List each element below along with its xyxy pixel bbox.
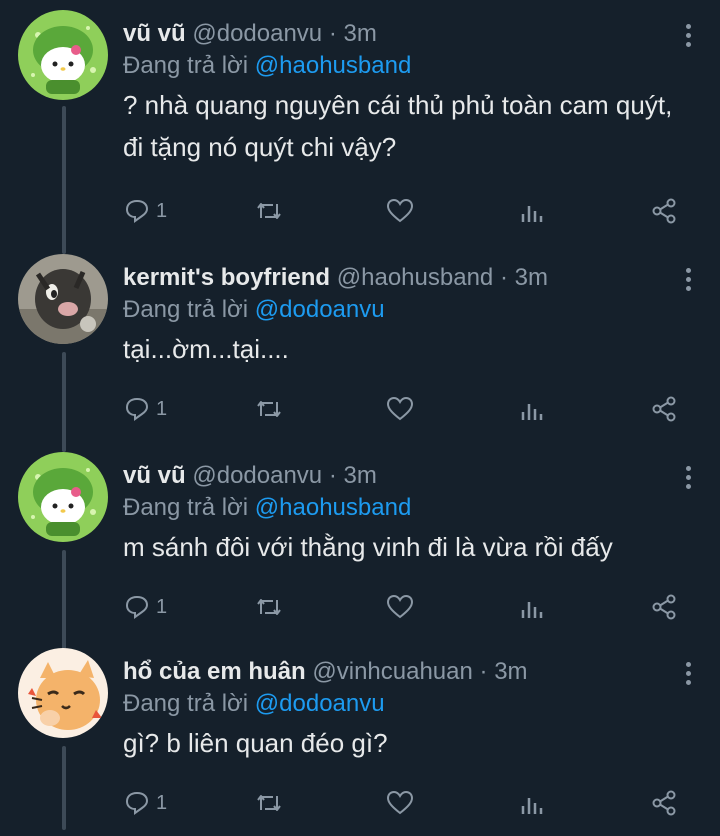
reply-count: 1 [156, 595, 168, 618]
reply-icon [125, 199, 149, 223]
retweet-icon [257, 795, 281, 811]
reply-button[interactable]: 1 [124, 394, 167, 424]
display-name[interactable]: vũ vũ [123, 462, 186, 489]
share-button[interactable] [650, 394, 678, 424]
heart-icon [386, 790, 414, 815]
analytics-button[interactable] [520, 788, 544, 818]
retweet-icon [257, 599, 281, 615]
reply-context: Đang trả lời @dodoanvu [123, 294, 385, 326]
reply-icon [125, 791, 149, 815]
tweet-actions: 1 [0, 196, 720, 226]
reply-mention-link[interactable]: @haohusband [255, 494, 412, 521]
more-options-icon[interactable] [684, 466, 694, 492]
reply-mention-link[interactable]: @dodoanvu [255, 296, 385, 323]
display-name[interactable]: kermit's boyfriend [123, 264, 330, 291]
analytics-button[interactable] [520, 592, 544, 622]
heart-icon [386, 198, 414, 223]
share-icon [652, 198, 676, 224]
retweet-button[interactable] [255, 196, 283, 226]
share-icon [652, 790, 676, 816]
tweet-header: hổ của em huân @vinhcuahuan · 3m [123, 656, 660, 688]
reply-prefix: Đang trả lời [123, 690, 249, 717]
reply-prefix: Đang trả lời [123, 494, 249, 521]
reply-button[interactable]: 1 [124, 592, 167, 622]
username[interactable]: @dodoanvu [192, 20, 322, 47]
heart-icon [386, 396, 414, 421]
reply-mention-link[interactable]: @dodoanvu [255, 690, 385, 717]
tweet-actions: 1 [0, 788, 720, 818]
reply-context: Đang trả lời @haohusband [123, 50, 411, 82]
reply-icon [125, 595, 149, 619]
reply-context: Đang trả lời @haohusband [123, 492, 411, 524]
analytics-icon [521, 206, 543, 222]
analytics-button[interactable] [520, 196, 544, 226]
retweet-button[interactable] [255, 788, 283, 818]
display-name[interactable]: vũ vũ [123, 20, 186, 47]
reply-prefix: Đang trả lời [123, 52, 249, 79]
tweet[interactable]: kermit's boyfriend @haohusband · 3m Đang… [0, 244, 720, 442]
like-button[interactable] [386, 196, 414, 226]
reply-context: Đang trả lời @dodoanvu [123, 688, 385, 720]
reply-prefix: Đang trả lời [123, 296, 249, 323]
username[interactable]: @vinhcuahuan [312, 658, 472, 685]
share-button[interactable] [650, 592, 678, 622]
retweet-button[interactable] [255, 592, 283, 622]
separator-dot: · [479, 658, 488, 685]
analytics-icon [521, 602, 543, 618]
share-button[interactable] [650, 788, 678, 818]
tweet-actions: 1 [0, 394, 720, 424]
reply-mention-link[interactable]: @haohusband [255, 52, 412, 79]
timestamp[interactable]: 3m [494, 658, 527, 685]
reply-icon [125, 397, 149, 421]
like-button[interactable] [386, 788, 414, 818]
tweet-header: kermit's boyfriend @haohusband · 3m [123, 262, 660, 294]
avatar[interactable] [18, 10, 108, 100]
tweet-text: tại...ờm...tại.... [123, 334, 289, 364]
tweet-header: vũ vũ @dodoanvu · 3m [123, 460, 660, 492]
timestamp[interactable]: 3m [344, 20, 377, 47]
analytics-icon [521, 404, 543, 420]
display-name[interactable]: hổ của em huân [123, 658, 306, 685]
like-button[interactable] [386, 592, 414, 622]
more-options-icon[interactable] [684, 268, 694, 294]
analytics-icon [521, 798, 543, 814]
heart-icon [386, 594, 414, 619]
reply-button[interactable]: 1 [124, 196, 167, 226]
reply-count: 1 [156, 791, 168, 814]
retweet-icon [257, 401, 281, 417]
more-options-icon[interactable] [684, 24, 694, 50]
avatar[interactable] [18, 648, 108, 738]
reply-button[interactable]: 1 [124, 788, 167, 818]
tweet-actions: 1 [0, 592, 720, 622]
separator-dot: · [328, 462, 337, 489]
share-icon [652, 594, 676, 620]
separator-dot: · [499, 264, 508, 291]
like-button[interactable] [386, 394, 414, 424]
share-icon [652, 396, 676, 422]
avatar[interactable] [18, 452, 108, 542]
reply-count: 1 [156, 397, 168, 420]
avatar[interactable] [18, 254, 108, 344]
analytics-button[interactable] [520, 394, 544, 424]
tweet-text: m sánh đôi với thằng vinh đi là vừa rồi … [123, 532, 613, 562]
tweet[interactable]: vũ vũ @dodoanvu · 3m Đang trả lời @haohu… [0, 0, 720, 224]
username[interactable]: @dodoanvu [192, 462, 322, 489]
share-button[interactable] [650, 196, 678, 226]
tweet-text: ? nhà quang nguyên cái thủ phủ toàn cam … [123, 90, 673, 162]
username[interactable]: @haohusband [337, 264, 494, 291]
timestamp[interactable]: 3m [515, 264, 548, 291]
more-options-icon[interactable] [684, 662, 694, 688]
tweet[interactable]: hổ của em huân @vinhcuahuan · 3m Đang tr… [0, 638, 720, 836]
tweet[interactable]: vũ vũ @dodoanvu · 3m Đang trả lời @haohu… [0, 442, 720, 640]
tweet-header: vũ vũ @dodoanvu · 3m [123, 18, 660, 50]
retweet-button[interactable] [255, 394, 283, 424]
separator-dot: · [328, 20, 337, 47]
tweet-text: gì? b liên quan đéo gì? [123, 728, 388, 758]
timestamp[interactable]: 3m [344, 462, 377, 489]
reply-count: 1 [156, 199, 168, 222]
retweet-icon [257, 203, 281, 219]
